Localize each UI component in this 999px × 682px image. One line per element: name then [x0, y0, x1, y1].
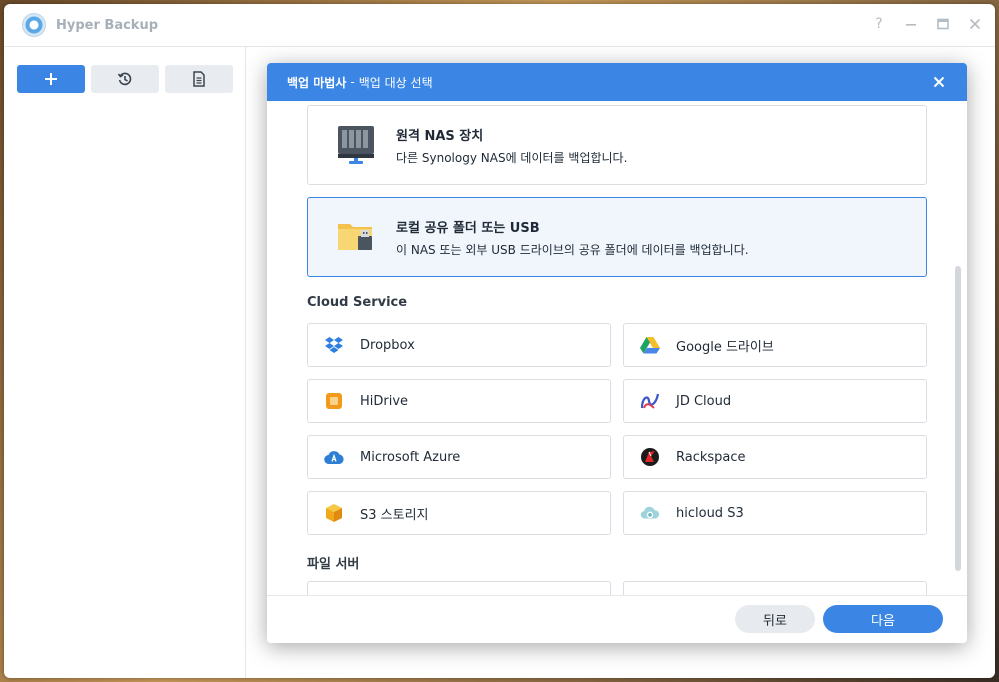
maximize-icon	[937, 18, 949, 30]
titlebar: Hyper Backup ?	[4, 4, 995, 46]
next-button[interactable]: 다음	[823, 605, 943, 633]
dialog-body: 원격 NAS 장치 다른 Synology NAS에 데이터를 백업합니다. 로…	[267, 101, 967, 595]
card-description: 다른 Synology NAS에 데이터를 백업합니다.	[396, 151, 628, 165]
close-icon	[933, 76, 945, 88]
card-title: 로컬 공유 폴더 또는 USB	[396, 221, 540, 236]
destination-remote-nas[interactable]: 원격 NAS 장치 다른 Synology NAS에 데이터를 백업합니다.	[307, 105, 927, 185]
file-server-heading: 파일 서버	[307, 557, 360, 572]
backup-wizard-dialog: 백업 마법사 - 백업 대상 선택 원격 NAS 장치 다른 Synology …	[267, 63, 967, 643]
nas-device-icon	[338, 126, 374, 164]
dialog-title-separator: -	[350, 75, 355, 89]
help-button[interactable]: ?	[871, 16, 887, 32]
service-label: S3 스토리지	[360, 507, 429, 523]
service-s3-storage[interactable]: S3 스토리지	[307, 491, 611, 535]
service-file-server-2[interactable]	[623, 581, 927, 595]
azure-icon	[324, 447, 344, 467]
minimize-button[interactable]	[903, 16, 919, 32]
plus-icon	[45, 73, 57, 85]
service-label: hicloud S3	[676, 505, 744, 521]
close-icon	[969, 18, 981, 30]
service-microsoft-azure[interactable]: Microsoft Azure	[307, 435, 611, 479]
minimize-icon	[906, 24, 916, 26]
hicloud-icon	[640, 503, 660, 523]
cloud-service-heading: Cloud Service	[307, 295, 408, 310]
create-task-button[interactable]	[17, 65, 85, 93]
service-jd-cloud[interactable]: JD Cloud	[623, 379, 927, 423]
service-dropbox[interactable]: Dropbox	[307, 323, 611, 367]
dialog-footer: 뒤로 다음	[267, 595, 967, 643]
rackspace-icon	[640, 447, 660, 467]
service-label: Google 드라이브	[676, 339, 774, 355]
folder-usb-icon	[338, 224, 372, 250]
service-file-server-1[interactable]	[307, 581, 611, 595]
app-title: Hyper Backup	[56, 17, 159, 33]
s3-icon	[324, 503, 344, 523]
hidrive-icon	[324, 391, 344, 411]
close-window-button[interactable]	[967, 16, 983, 32]
restore-button[interactable]	[91, 65, 159, 93]
back-button[interactable]: 뒤로	[735, 605, 815, 633]
google-drive-icon	[640, 335, 660, 355]
destination-local-folder-usb[interactable]: 로컬 공유 폴더 또는 USB 이 NAS 또는 외부 USB 드라이브의 공유…	[307, 197, 927, 277]
service-google-drive[interactable]: Google 드라이브	[623, 323, 927, 367]
service-hicloud-s3[interactable]: hicloud S3	[623, 491, 927, 535]
dialog-subtitle: 백업 대상 선택	[358, 75, 433, 90]
dialog-header: 백업 마법사 - 백업 대상 선택	[267, 63, 967, 101]
service-label: Rackspace	[676, 449, 746, 465]
service-label: HiDrive	[360, 393, 409, 409]
dialog-scrollbar[interactable]	[955, 266, 961, 571]
service-label: Dropbox	[360, 337, 415, 353]
card-title: 원격 NAS 장치	[396, 129, 484, 144]
dropbox-icon	[324, 335, 344, 355]
service-rackspace[interactable]: Rackspace	[623, 435, 927, 479]
dialog-close-button[interactable]	[931, 74, 947, 90]
sidebar	[4, 46, 246, 678]
service-label: JD Cloud	[676, 393, 732, 409]
card-description: 이 NAS 또는 외부 USB 드라이브의 공유 폴더에 데이터를 백업합니다.	[396, 243, 749, 257]
jd-cloud-icon	[640, 391, 660, 411]
document-icon	[193, 71, 205, 87]
service-label: Microsoft Azure	[360, 449, 461, 465]
log-button[interactable]	[165, 65, 233, 93]
maximize-button[interactable]	[935, 16, 951, 32]
history-icon	[117, 72, 132, 86]
sidebar-toolbar	[4, 47, 245, 93]
hyper-backup-logo-icon	[22, 13, 46, 37]
service-hidrive[interactable]: HiDrive	[307, 379, 611, 423]
window-controls: ?	[871, 16, 983, 32]
dialog-title: 백업 마법사	[287, 75, 347, 90]
